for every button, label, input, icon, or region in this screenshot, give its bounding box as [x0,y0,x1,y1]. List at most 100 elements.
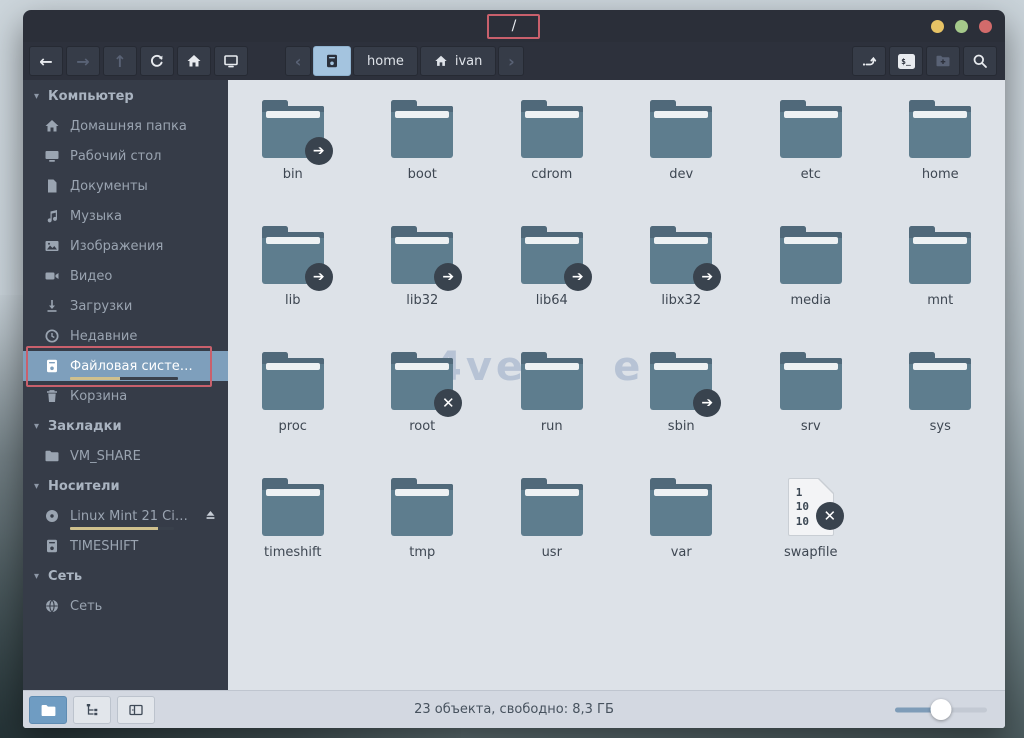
disk-usage-bar [70,377,178,380]
window-controls [931,10,992,42]
minimize-button[interactable] [931,20,944,33]
file-item[interactable]: usr [487,474,617,600]
sidebar-item-network[interactable]: Сеть [23,591,228,621]
breadcrumb-next-button[interactable]: › [498,46,524,76]
toolbar: ← → ↑ ‹ home ivan › [23,42,1005,80]
file-item[interactable]: 11010 swapfile [746,474,876,600]
breadcrumb-user-label: ivan [455,54,483,69]
file-item[interactable]: lib [228,222,358,348]
file-name: usr [542,545,562,560]
sidebar-item-label: Изображения [70,239,163,254]
file-name: sbin [668,419,695,434]
section-label: Сеть [48,569,82,584]
file-item[interactable]: timeshift [228,474,358,600]
sidebar-section-computer[interactable]: ▾ Компьютер [23,81,228,111]
section-label: Компьютер [48,89,134,104]
folder-icon [521,226,583,284]
file-name: tmp [409,545,435,560]
folder-plus-icon [935,53,951,69]
file-item[interactable]: dev [617,96,747,222]
file-item[interactable]: proc [228,348,358,474]
sidebar-item-timeshift[interactable]: TIMESHIFT [23,531,228,561]
back-button[interactable]: ← [29,46,63,76]
file-item[interactable]: run [487,348,617,474]
sidebar-section-devices[interactable]: ▾ Носители [23,471,228,501]
file-name: media [791,293,832,308]
sidebar-item-recent[interactable]: Недавние [23,321,228,351]
zoom-slider-knob[interactable] [931,699,952,720]
file-item[interactable]: sys [876,348,1006,474]
search-button[interactable] [963,46,997,76]
back-icon: ← [39,52,52,71]
open-terminal-button[interactable]: $_ [889,46,923,76]
sidebar-item-vm-share[interactable]: VM_SHARE [23,441,228,471]
new-folder-button[interactable] [926,46,960,76]
file-item[interactable]: etc [746,96,876,222]
file-item[interactable]: var [617,474,747,600]
file-item[interactable]: tmp [358,474,488,600]
file-item[interactable]: media [746,222,876,348]
sidebar-item-label: Загрузки [70,299,132,314]
file-item[interactable]: sbin [617,348,747,474]
title-bar[interactable]: / [23,10,1005,42]
file-name: lib64 [536,293,568,308]
zoom-slider[interactable] [895,707,987,712]
sidebar-section-bookmarks[interactable]: ▾ Закладки [23,411,228,441]
breadcrumb-home[interactable]: home [353,46,418,76]
refresh-button[interactable] [140,46,174,76]
breadcrumb-root[interactable] [313,46,351,76]
sidebar-section-network[interactable]: ▾ Сеть [23,561,228,591]
file-item[interactable]: libx32 [617,222,747,348]
sidebar: ▾ Компьютер Домашняя папка Рабочий стол … [23,80,228,690]
sidebar-item-videos[interactable]: Видео [23,261,228,291]
page-fold [819,478,834,493]
breadcrumb-home-label: home [367,54,404,69]
toggle-location-bar-button[interactable] [852,46,886,76]
symlink-emblem-icon [693,263,721,291]
status-text: 23 объекта, свободно: 8,3 ГБ [23,691,1005,728]
sidebar-item-trash[interactable]: Корзина [23,381,228,411]
file-view[interactable]: 4ven e bin boot cdrom dev etc home lib l… [228,80,1005,690]
file-name: etc [801,167,821,182]
sidebar-item-documents[interactable]: Документы [23,171,228,201]
sidebar-item-label: Linux Mint 21 Ci… [70,509,188,524]
magnifier-icon [972,53,988,69]
sidebar-item-linux-mint-cd[interactable]: Linux Mint 21 Ci… [23,501,228,531]
sidebar-item-filesystem[interactable]: Файловая систе… [23,351,228,381]
file-item[interactable]: bin [228,96,358,222]
no-access-emblem-icon [816,502,844,530]
symlink-emblem-icon [434,263,462,291]
home-button[interactable] [177,46,211,76]
file-item[interactable]: mnt [876,222,1006,348]
up-button[interactable]: ↑ [103,46,137,76]
file-item[interactable]: lib32 [358,222,488,348]
chevron-down-icon: ▾ [34,481,39,492]
sidebar-item-pictures[interactable]: Изображения [23,231,228,261]
close-button[interactable] [979,20,992,33]
file-item[interactable]: root [358,348,488,474]
file-item[interactable]: boot [358,96,488,222]
eject-button[interactable] [203,508,218,527]
file-name: sys [930,419,951,434]
drive-icon [324,53,340,69]
sidebar-item-downloads[interactable]: Загрузки [23,291,228,321]
file-item[interactable]: home [876,96,1006,222]
breadcrumb-user[interactable]: ivan [420,46,497,76]
image-icon [44,238,60,254]
file-item[interactable]: srv [746,348,876,474]
maximize-button[interactable] [955,20,968,33]
sidebar-item-label: Документы [70,179,148,194]
file-name: timeshift [264,545,321,560]
music-note-icon [44,208,60,224]
file-item[interactable]: lib64 [487,222,617,348]
file-name: mnt [927,293,953,308]
sidebar-item-desktop[interactable]: Рабочий стол [23,141,228,171]
up-icon: ↑ [113,52,126,71]
show-desktop-button[interactable] [214,46,248,76]
breadcrumb-prev-button[interactable]: ‹ [285,46,311,76]
forward-button[interactable]: → [66,46,100,76]
sidebar-item-home[interactable]: Домашняя папка [23,111,228,141]
sidebar-item-label: TIMESHIFT [70,539,138,554]
sidebar-item-music[interactable]: Музыка [23,201,228,231]
file-item[interactable]: cdrom [487,96,617,222]
